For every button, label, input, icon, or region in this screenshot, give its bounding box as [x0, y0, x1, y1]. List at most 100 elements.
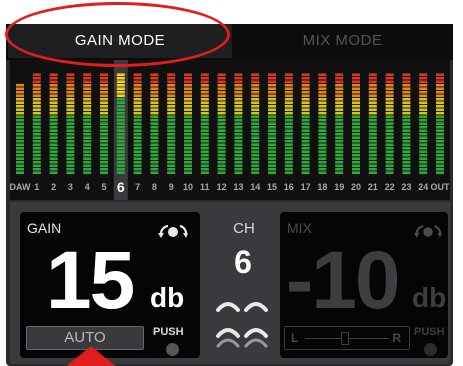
meter-segment: [402, 146, 411, 150]
meter-segment: [217, 97, 226, 101]
meter-channel-label[interactable]: 4: [85, 182, 90, 192]
meter-channel-label[interactable]: 1: [34, 182, 39, 192]
meter-segment: [301, 90, 310, 94]
rotate-knob-icon[interactable]: [156, 222, 188, 240]
meter-channel-label[interactable]: 19: [334, 182, 344, 192]
meter-segment: [402, 97, 411, 101]
meter-segment: [251, 104, 260, 108]
channel-link-bottom-icon[interactable]: [212, 326, 272, 348]
tab-mix-mode[interactable]: MIX MODE: [232, 24, 453, 58]
meter-segment: [133, 167, 142, 171]
meter-segment: [133, 101, 142, 104]
meter-segment: [284, 122, 293, 125]
meter-segment: [32, 157, 41, 160]
meter-segment: [301, 153, 310, 157]
meter-segment: [184, 115, 192, 118]
meter-segment: [217, 132, 226, 136]
meter-channel-label[interactable]: 5: [101, 182, 106, 192]
meter-segment: [402, 171, 411, 174]
meter-segment: [200, 139, 209, 143]
mix-unit: db: [412, 282, 447, 313]
meter-channel-label[interactable]: 11: [200, 182, 210, 192]
meter-segment: [301, 160, 310, 164]
meter-channel-label[interactable]: 12: [217, 182, 227, 192]
meter-segment: [301, 101, 310, 104]
meter-segment: [133, 157, 142, 160]
meter-channel-label[interactable]: 23: [401, 182, 411, 192]
meter-segment: [116, 83, 125, 87]
meter-channel-label[interactable]: 22: [385, 182, 395, 192]
meter-channel-label[interactable]: 13: [233, 182, 243, 192]
gain-push-indicator[interactable]: [166, 343, 179, 356]
meter-segment: [301, 132, 310, 136]
meter-segment: [385, 104, 394, 108]
mix-push-indicator[interactable]: [424, 343, 437, 356]
meter-channel-label[interactable]: 3: [68, 182, 73, 192]
meter-channel-label[interactable]: 14: [250, 182, 260, 192]
meter-segment: [251, 108, 260, 111]
meter-channel-label[interactable]: 2: [51, 182, 56, 192]
meter-segment: [16, 125, 24, 129]
meter-segment: [100, 111, 108, 115]
balance-handle[interactable]: [341, 332, 349, 345]
meter-segment: [335, 139, 344, 143]
meter-segment: [318, 115, 327, 118]
meter-segment: [167, 150, 176, 153]
meter-channel-label[interactable]: 21: [368, 182, 378, 192]
meter-segment: [200, 125, 209, 129]
meter-channel-label[interactable]: 7: [135, 182, 140, 192]
meter-channel-label[interactable]: 16: [284, 182, 294, 192]
balance-slider[interactable]: L R: [284, 326, 410, 350]
meter-segment: [100, 94, 108, 97]
meter-segment: [268, 153, 276, 157]
meter-segment: [251, 129, 260, 132]
meter-segment: [150, 171, 159, 174]
meter-channel-label[interactable]: DAW: [10, 182, 31, 192]
tab-gain-mode[interactable]: GAIN MODE: [8, 24, 232, 58]
meter-segment: [83, 115, 92, 118]
meter-segment: [100, 108, 108, 111]
mix-push-label: PUSH: [414, 326, 445, 338]
meter-segment: [16, 104, 24, 108]
channel-link-top-icon[interactable]: [212, 296, 272, 316]
meter-segment: [284, 73, 293, 76]
meter-segment: [150, 129, 159, 132]
meter-channel-label[interactable]: 24: [418, 182, 428, 192]
meter-segment: [32, 136, 41, 139]
meter-segment: [251, 97, 260, 101]
meter-segment: [100, 125, 108, 129]
meter-channel-label[interactable]: 17: [301, 182, 311, 192]
meter-segment: [268, 132, 276, 136]
meter-channel-label[interactable]: 18: [317, 182, 327, 192]
meter-segment: [436, 125, 444, 129]
meter-segment: [150, 157, 159, 160]
meter-segment: [184, 129, 192, 132]
meter-segment: [436, 90, 444, 94]
meter-segment: [116, 171, 125, 174]
meter-segment: [385, 146, 394, 150]
meter-segment: [32, 171, 41, 174]
meter-segment: [352, 118, 360, 122]
meter-segment: [217, 108, 226, 111]
meter-segment: [268, 150, 276, 153]
meter-segment: [167, 125, 176, 129]
meter-segment: [335, 108, 344, 111]
meter-channel-label[interactable]: 8: [152, 182, 157, 192]
meter-segment: [83, 76, 92, 80]
meter-segment: [133, 80, 142, 83]
meter-segment: [352, 101, 360, 104]
meter-segment: [100, 87, 108, 90]
meter-segment: [419, 164, 428, 167]
meter-segment: [217, 76, 226, 80]
meter-channel-label[interactable]: 9: [169, 182, 174, 192]
meter-channel-label[interactable]: OUT: [431, 182, 451, 192]
meter-channel-label[interactable]: 15: [267, 182, 277, 192]
rotate-knob-icon[interactable]: [412, 222, 442, 240]
meter-channel-label[interactable]: 20: [351, 182, 361, 192]
meter-segment: [32, 104, 41, 108]
meter-segment: [419, 132, 428, 136]
meter-segment: [150, 108, 159, 111]
meter-channel-label[interactable]: 6: [117, 179, 125, 195]
meter-channel-label[interactable]: 10: [183, 182, 193, 192]
meter-segment: [234, 101, 243, 104]
